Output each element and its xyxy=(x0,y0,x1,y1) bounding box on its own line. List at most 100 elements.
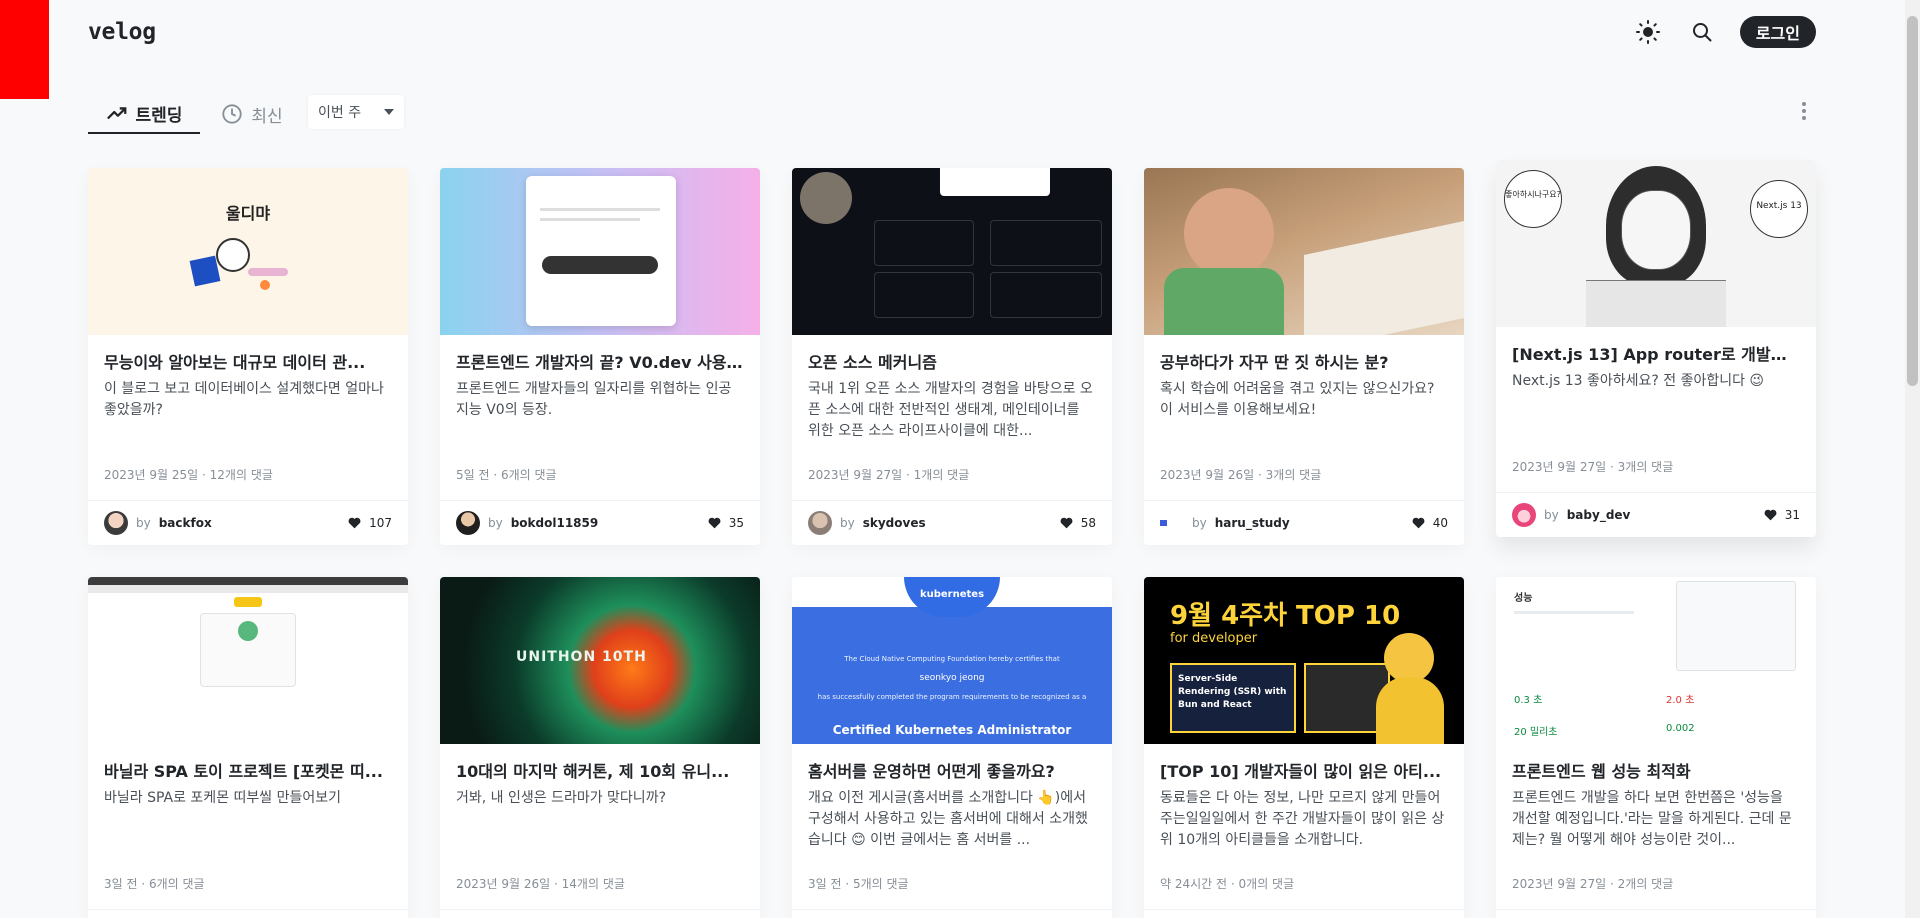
post-meta: 2023년 9월 27일 · 1개의 댓글 xyxy=(808,468,970,482)
post-author[interactable]: by backfox xyxy=(104,511,212,535)
thumbnail-bubble-left: 좋아하시나구요? xyxy=(1504,170,1562,228)
post-title[interactable]: [TOP 10] 개발자들이 많이 읽은 아티... xyxy=(1160,760,1448,784)
top-header: velog 로그인 xyxy=(88,0,1816,64)
more-options-button[interactable] xyxy=(1792,94,1816,128)
author-name: haru_study xyxy=(1214,516,1290,530)
period-dropdown[interactable]: 이번 주 xyxy=(308,95,404,129)
post-author[interactable]: by bokdol11859 xyxy=(456,511,598,535)
thumbnail-line: has successfully completed the program r… xyxy=(817,693,1087,701)
tab-trending[interactable]: 트렌딩 xyxy=(88,94,200,134)
post-date: 2023년 9월 27일 xyxy=(1512,460,1607,474)
post-comments: 3개의 댓글 xyxy=(1617,460,1674,474)
author-name: backfox xyxy=(158,516,212,530)
post-likes: 35 xyxy=(708,516,744,530)
post-title[interactable]: 프론트엔드 개발자의 끝? V0.dev 사용... xyxy=(456,351,744,375)
avatar xyxy=(104,511,128,535)
post-card[interactable]: 좋아하시나구요? Next.js 13 [Next.js 13] App rou… xyxy=(1496,160,1816,537)
post-footer xyxy=(1144,909,1464,918)
post-thumbnail[interactable] xyxy=(792,168,1112,335)
login-button[interactable]: 로그인 xyxy=(1739,16,1816,48)
post-title[interactable]: [Next.js 13] App router로 개발을 시... xyxy=(1512,343,1800,367)
post-thumbnail[interactable] xyxy=(1144,168,1464,335)
post-title[interactable]: 프론트엔드 웹 성능 최적화 xyxy=(1512,760,1800,784)
theme-toggle-button[interactable] xyxy=(1632,16,1664,48)
post-card[interactable]: 9월 4주차 TOP 10 for developer Server-Side … xyxy=(1144,577,1464,918)
post-thumbnail[interactable]: kubernetes The Cloud Native Computing Fo… xyxy=(792,577,1112,744)
author-name: baby_dev xyxy=(1566,508,1631,522)
post-thumbnail[interactable]: UNITHON 10TH xyxy=(440,577,760,744)
metric-value: 0.002 xyxy=(1666,723,1695,734)
post-footer: by bokdol11859 35 xyxy=(440,500,760,545)
post-description: 바닐라 SPA로 포케몬 띠부씰 만들어보기 xyxy=(104,790,342,806)
post-card[interactable]: UNITHON 10TH 10대의 마지막 해커톤, 제 10회 유니... 거… xyxy=(440,577,760,918)
thumbnail-line: Certified Kubernetes Administrator xyxy=(832,723,1072,737)
post-footer: by skydoves 58 xyxy=(792,500,1112,545)
post-thumbnail[interactable] xyxy=(440,168,760,335)
caret-down-icon xyxy=(384,109,394,115)
page-scrollbar[interactable] xyxy=(1905,0,1920,918)
thumbnail-box: Server-Side Rendering (SSR) with Bun and… xyxy=(1170,663,1296,733)
post-title[interactable]: 홈서버를 운영하면 어떤게 좋을까요? xyxy=(808,760,1096,784)
likes-count: 58 xyxy=(1080,516,1096,530)
author-prefix: by xyxy=(1192,516,1207,530)
thumbnail-title: 9월 4주차 TOP 10 xyxy=(1170,601,1401,631)
post-date: 2023년 9월 27일 xyxy=(808,468,903,482)
post-author[interactable]: by haru_study xyxy=(1160,516,1290,530)
post-title[interactable]: 바닐라 SPA 토이 프로젝트 [포켓몬 띠... xyxy=(104,760,392,784)
post-comments: 6개의 댓글 xyxy=(500,468,557,482)
post-date: 3일 전 xyxy=(104,877,138,891)
tab-recent[interactable]: 최신 xyxy=(200,94,304,134)
post-title[interactable]: 공부하다가 자꾸 딴 짓 하시는 분? xyxy=(1160,351,1448,375)
post-author[interactable]: by baby_dev xyxy=(1512,503,1630,527)
post-thumbnail[interactable]: 9월 4주차 TOP 10 for developer Server-Side … xyxy=(1144,577,1464,744)
post-footer xyxy=(88,909,408,918)
avatar xyxy=(1160,520,1184,526)
post-thumbnail[interactable]: 성능 0.3 초 2.0 초 20 밀리초 0.002 xyxy=(1496,577,1816,744)
post-title[interactable]: 10대의 마지막 해커톤, 제 10회 유니... xyxy=(456,760,744,784)
header-actions: 로그인 xyxy=(1632,16,1816,48)
post-thumbnail[interactable] xyxy=(88,577,408,744)
heart-icon xyxy=(1060,517,1073,529)
post-card[interactable]: 성능 0.3 초 2.0 초 20 밀리초 0.002 프론트엔드 웹 성능 최… xyxy=(1496,577,1816,918)
heart-icon xyxy=(1764,509,1777,521)
post-title[interactable]: 무능이와 알아보는 대규모 데이터 관... xyxy=(104,351,392,375)
post-meta: 2023년 9월 26일 · 14개의 댓글 xyxy=(456,877,625,891)
post-footer: by baby_dev 31 xyxy=(1496,492,1816,537)
post-likes: 31 xyxy=(1764,508,1800,522)
thumbnail-caption: 울디먀 xyxy=(225,204,271,223)
post-grid: 울디먀 무능이와 알아보는 대규모 데이터 관... 이 블로그 보고 데이터베… xyxy=(88,160,1816,918)
clock-icon xyxy=(222,104,242,124)
site-logo[interactable]: velog xyxy=(88,19,156,45)
post-card[interactable]: 오픈 소스 메커니즘 국내 1위 오픈 소스 개발자의 경험을 바탕으로 오픈 … xyxy=(792,168,1112,545)
search-button[interactable] xyxy=(1686,16,1718,48)
scrollbar-thumb[interactable] xyxy=(1907,16,1918,386)
post-title[interactable]: 오픈 소스 메커니즘 xyxy=(808,351,1096,375)
post-card[interactable]: 울디먀 무능이와 알아보는 대규모 데이터 관... 이 블로그 보고 데이터베… xyxy=(88,168,408,545)
post-meta: 2023년 9월 27일 · 2개의 댓글 xyxy=(1512,877,1674,891)
search-icon xyxy=(1692,23,1712,42)
author-name: bokdol11859 xyxy=(510,516,599,530)
post-card[interactable]: 프론트엔드 개발자의 끝? V0.dev 사용... 프론트엔드 개발자들의 일… xyxy=(440,168,760,545)
post-date: 2023년 9월 27일 xyxy=(1512,877,1607,891)
author-name: skydoves xyxy=(862,516,926,530)
metric-value: 20 밀리초 xyxy=(1514,727,1558,738)
thumbnail-line: seonkyo jeong xyxy=(919,673,985,683)
post-card[interactable]: 바닐라 SPA 토이 프로젝트 [포켓몬 띠... 바닐라 SPA로 포케몬 띠… xyxy=(88,577,408,918)
author-prefix: by xyxy=(488,516,503,530)
post-meta: 3일 전 · 5개의 댓글 xyxy=(808,877,909,891)
thumbnail-title: 성능 xyxy=(1514,593,1533,604)
post-description: Next.js 13 좋아하세요? 전 좋아합니다 😉 xyxy=(1512,373,1765,389)
thumbnail-caption: UNITHON 10TH xyxy=(516,649,647,665)
post-likes: 58 xyxy=(1060,516,1096,530)
post-likes: 40 xyxy=(1412,516,1448,530)
post-card[interactable]: kubernetes The Cloud Native Computing Fo… xyxy=(792,577,1112,918)
likes-count: 31 xyxy=(1784,508,1800,522)
post-author[interactable]: by skydoves xyxy=(808,511,926,535)
post-thumbnail[interactable]: 좋아하시나구요? Next.js 13 xyxy=(1496,160,1816,327)
heart-icon xyxy=(708,517,721,529)
kebab-menu-icon xyxy=(1802,102,1806,120)
post-thumbnail[interactable]: 울디먀 xyxy=(88,168,408,335)
post-description: 동료들은 다 아는 정보, 나만 모르지 않게 만들어주는일일일에서 한 주간 … xyxy=(1160,790,1445,848)
heart-icon xyxy=(1412,517,1425,529)
post-card[interactable]: 공부하다가 자꾸 딴 짓 하시는 분? 혹시 학습에 어려움을 겪고 있지는 않… xyxy=(1144,168,1464,545)
